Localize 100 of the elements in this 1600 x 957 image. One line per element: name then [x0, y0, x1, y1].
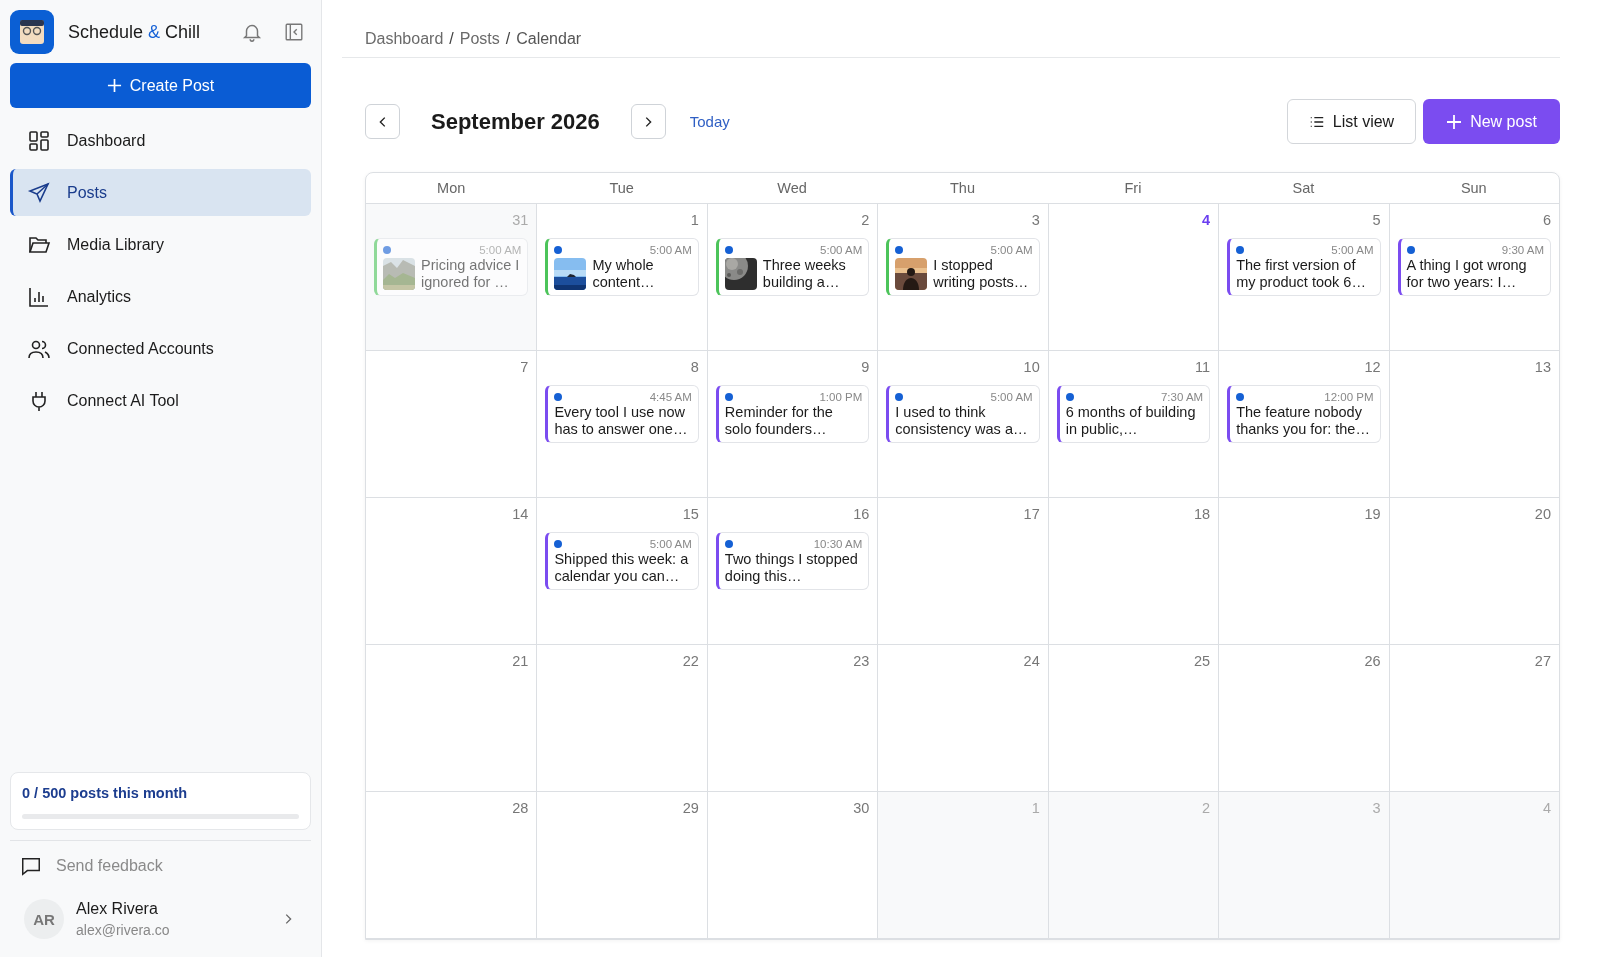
day-number: 7	[520, 359, 529, 377]
day-number: 22	[682, 653, 699, 671]
user-name: Alex Rivera	[76, 900, 159, 918]
nav-item[interactable]: Media Library	[10, 221, 311, 268]
weekday-header: Mon	[436, 179, 467, 198]
day-number: 26	[1364, 653, 1381, 671]
day-number: 8	[690, 359, 699, 377]
weekday-header: Sun	[1459, 179, 1488, 198]
nav-item[interactable]: Dashboard	[10, 117, 311, 164]
breadcrumb-link[interactable]: Dashboard	[365, 29, 444, 48]
post-card[interactable]: 5:00 AM I used to think consistency was a…	[886, 385, 1040, 443]
breadcrumb-current: Calendar	[516, 29, 582, 48]
post-time: 10:30 AM	[813, 538, 863, 550]
status-dot	[724, 540, 733, 548]
day-cell[interactable]: 6 9:30 AM A thing I got wrong for two years: I…	[1388, 204, 1559, 350]
avatar: AR	[24, 899, 64, 939]
status-dot	[1236, 393, 1245, 401]
day-number: 25	[1194, 653, 1211, 671]
new-post-button[interactable]: New post	[1423, 99, 1560, 144]
weekday-header: Tue	[608, 179, 635, 198]
post-card[interactable]: 10:30 AM Two things I stopped doing this…	[715, 532, 870, 590]
post-card[interactable]: 5:00 AM Pricing advice I ignored for …	[374, 238, 529, 296]
post-card[interactable]: 9:30 AM A thing I got wrong for two years: I…	[1397, 238, 1551, 296]
weekday-header: Wed	[776, 179, 808, 198]
day-number: 1	[1031, 800, 1040, 818]
day-number: 4	[1202, 212, 1211, 230]
status-dot	[895, 393, 904, 401]
day-number: 10	[1023, 359, 1040, 377]
user-email: alex@rivera.co	[76, 922, 171, 938]
day-number: 9	[861, 359, 870, 377]
day-cell[interactable]: 31 5:00 AM Pricing advice I ignored for …	[366, 204, 537, 350]
post-card[interactable]: 5:00 AM The first version of my product took 6…	[1227, 238, 1381, 296]
day-number: 14	[512, 506, 529, 524]
day-number: 29	[682, 800, 699, 818]
day-number: 3	[1372, 800, 1381, 818]
post-text: I stopped writing posts…	[933, 257, 1030, 291]
post-time: 5:00 AM	[990, 244, 1033, 256]
post-text: Every tool I use now has to answer one…	[554, 404, 689, 438]
nav-item[interactable]: Connect AI Tool	[10, 377, 311, 424]
breadcrumb-link[interactable]: Posts	[459, 29, 500, 48]
post-time: 5:00 AM	[649, 244, 692, 256]
status-dot	[554, 393, 563, 401]
plus-icon	[106, 78, 122, 93]
day-cell[interactable]: 27	[1388, 645, 1559, 791]
day-number: 4	[1542, 800, 1551, 818]
post-card[interactable]: 7:30 AM 6 months of building in public,…	[1056, 385, 1211, 443]
post-time: 5:00 AM	[820, 244, 863, 256]
post-card[interactable]: 1:00 PM Reminder for the solo founders…	[715, 385, 870, 443]
post-time: 1:00 PM	[819, 391, 863, 403]
day-number: 23	[853, 653, 870, 671]
post-text: Two things I stopped doing this…	[724, 551, 859, 585]
day-cell[interactable]: 20	[1388, 498, 1559, 644]
day-number: 27	[1534, 653, 1551, 671]
post-time: 9:30 AM	[1501, 244, 1544, 256]
day-number: 17	[1023, 506, 1040, 524]
post-card[interactable]: 5:00 AM Shipped this week: a calendar you can…	[545, 532, 699, 590]
month-title: September 2026	[431, 108, 600, 135]
sidebar-toggle-icon[interactable]	[283, 21, 305, 43]
post-time: 12:00 PM	[1324, 391, 1374, 403]
status-dot	[724, 246, 733, 254]
today-link[interactable]: Today	[689, 113, 730, 130]
day-number: 21	[512, 653, 529, 671]
status-dot	[554, 540, 563, 548]
status-dot	[1406, 246, 1415, 254]
create-post-button[interactable]: Create Post	[10, 63, 311, 108]
status-dot	[554, 246, 563, 254]
paper-plane-icon	[27, 180, 51, 205]
post-time: 4:45 AM	[649, 391, 692, 403]
post-card[interactable]: 12:00 PM The feature nobody thanks you for: the…	[1227, 385, 1381, 443]
day-number: 31	[512, 212, 529, 230]
post-time: 5:00 AM	[1331, 244, 1374, 256]
post-time: 5:00 AM	[649, 538, 692, 550]
post-text: Shipped this week: a calendar you can…	[554, 551, 690, 585]
weekday-header: Thu	[949, 179, 976, 198]
day-number: 16	[853, 506, 870, 524]
post-text: My whole content…	[592, 257, 656, 291]
nav-item[interactable]: Posts	[10, 169, 311, 216]
day-number: 15	[682, 506, 699, 524]
post-card[interactable]: 5:00 AM My whole content…	[545, 238, 699, 296]
post-time: 5:00 AM	[990, 391, 1033, 403]
weekday-header: Fri	[1123, 179, 1143, 198]
list-view-button[interactable]: List view	[1287, 99, 1416, 144]
post-time: 5:00 AM	[479, 244, 522, 256]
day-number: 2	[1202, 800, 1211, 818]
post-card[interactable]: 4:45 AM Every tool I use now has to answer one…	[545, 385, 699, 443]
breadcrumb-separator: /	[449, 29, 454, 48]
status-dot	[724, 393, 733, 401]
day-number: 13	[1534, 359, 1551, 377]
post-time: 7:30 AM	[1160, 391, 1204, 403]
day-number: 28	[512, 800, 529, 818]
post-text: The first version of my product took 6…	[1236, 257, 1367, 291]
post-card[interactable]: 5:00 AM Three weeks building a…	[715, 238, 870, 296]
user-menu[interactable]: AR Alex Rivera alex@rivera.co	[10, 891, 311, 957]
day-cell[interactable]: 13	[1388, 351, 1559, 497]
nav-item[interactable]: Connected Accounts	[10, 325, 311, 372]
day-number: 11	[1195, 359, 1211, 377]
post-text: Pricing advice I ignored for …	[421, 257, 521, 291]
nav-item[interactable]: Analytics	[10, 273, 311, 320]
post-text: Reminder for the solo founders…	[724, 404, 834, 438]
post-card[interactable]: 5:00 AM I stopped writing posts…	[886, 238, 1040, 296]
